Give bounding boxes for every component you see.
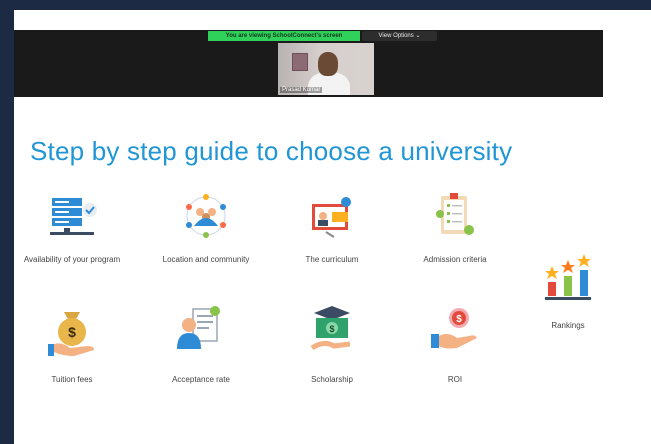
item-rankings: Rankings [518, 252, 618, 330]
item-label: Acceptance rate [172, 375, 230, 384]
item-label: Rankings [551, 321, 585, 330]
community-circle-icon [186, 194, 226, 238]
money-bag-hand-icon: $ [48, 312, 94, 356]
wall-picture [292, 53, 308, 71]
participant-head [318, 52, 338, 76]
item-acceptance: Acceptance rate [151, 303, 251, 384]
window-top-border [0, 0, 651, 10]
curriculum-board-icon [312, 197, 351, 238]
svg-text:$: $ [68, 324, 76, 340]
item-location: Location and community [156, 192, 256, 264]
participant-video-tile[interactable]: Prasad Kumar [278, 43, 374, 95]
item-availability: Availability of your program [22, 192, 122, 264]
view-options-button[interactable]: View Options ⌄ [362, 31, 437, 41]
clipboard-checklist-icon [436, 193, 474, 235]
bar-chart-stars-icon [545, 254, 591, 300]
hand-coin-icon: $ [431, 308, 477, 349]
participant-name: Prasad Kumar [280, 87, 323, 93]
item-label: Scholarship [311, 375, 353, 384]
item-label: Admission criteria [423, 255, 487, 264]
item-curriculum: The curriculum [282, 192, 382, 264]
slide-title: Step by step guide to choose a universit… [30, 136, 513, 166]
item-label: ROI [447, 375, 463, 384]
document-person-icon [177, 306, 220, 349]
item-tuition: $ Tuition fees [22, 306, 122, 384]
screen-share-banner: You are viewing SchoolConnect's screen [208, 31, 360, 41]
item-scholarship: $ Scholarship [282, 304, 382, 384]
svg-text:$: $ [456, 314, 462, 325]
item-label: Location and community [162, 255, 250, 264]
item-label: Tuition fees [51, 375, 93, 384]
svg-text:$: $ [329, 324, 334, 334]
server-checklist-icon [50, 198, 97, 235]
item-label: The curriculum [305, 255, 359, 264]
graduation-money-icon: $ [310, 306, 351, 351]
window-left-border [0, 0, 14, 444]
item-label: Availability of your program [23, 255, 121, 264]
item-admission: Admission criteria [405, 190, 505, 264]
item-roi: $ ROI [405, 304, 505, 384]
